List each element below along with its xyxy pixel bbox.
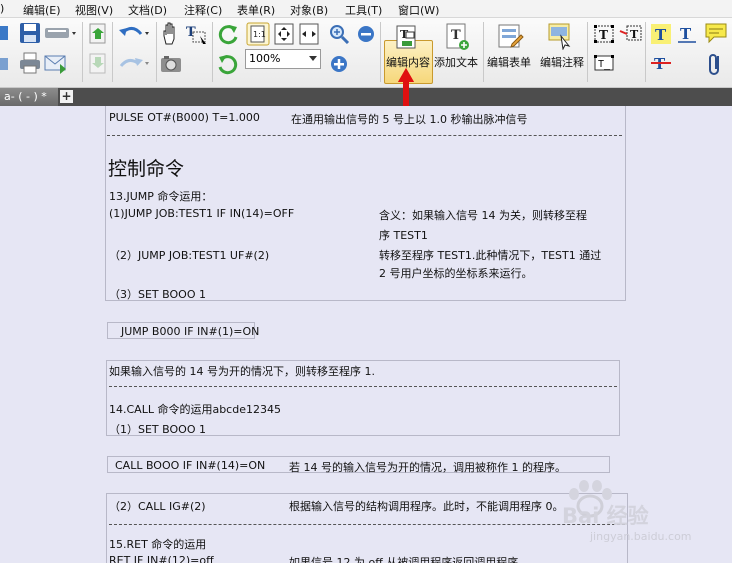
text-box-icon[interactable]: T (593, 23, 615, 45)
call-ig-description: 根据输入信号的结构调用程序。此时，不能调用程序 0。 (289, 500, 564, 513)
print-icon[interactable] (19, 52, 41, 74)
svg-text:1:1: 1:1 (253, 30, 266, 39)
fit-width-icon[interactable] (298, 22, 320, 46)
ret-description: 如果信号 12 为 off 从被调用程序返回调用程序 (289, 556, 519, 563)
edit-content-icon: T (396, 25, 416, 49)
edit-annotation-icon[interactable] (547, 22, 575, 50)
call-ig-command: （2）CALL IG#(2) (109, 500, 206, 513)
snapshot-icon[interactable] (160, 54, 182, 74)
svg-text:T_: T_ (598, 59, 611, 70)
page-up-icon[interactable] (88, 23, 108, 45)
call-description: 若 14 号的输入信号为开的情况，调用被称作 1 的程序。 (289, 461, 566, 474)
jump-1-description-2: 序 TEST1 (379, 229, 428, 242)
svg-text:T: T (599, 28, 608, 42)
menu-form[interactable]: 表单(R) (237, 2, 275, 18)
partial-icon-2[interactable] (0, 54, 10, 74)
svg-text:T: T (451, 28, 461, 43)
zoom-select[interactable]: 100% (245, 49, 321, 69)
sticky-note-icon[interactable] (704, 22, 730, 44)
watermark-brand: Bai 经验 (562, 504, 649, 528)
document-tab[interactable]: a- ( - ) * (0, 88, 58, 106)
page-down-icon[interactable] (88, 53, 108, 75)
menu-object[interactable]: 对象(B) (290, 2, 328, 18)
divider (109, 524, 625, 525)
call-title: 14.CALL 命令的运用abcde12345 (109, 403, 281, 416)
document-page: PULSE OT#(B000) T=1.000 在通用输出信号的 5 号上以 1… (0, 106, 732, 563)
svg-text:T: T (400, 28, 409, 41)
pulse-description: 在通用输出信号的 5 号上以 1.0 秒输出脉冲信号 (291, 113, 528, 126)
add-text-icon[interactable]: T (444, 22, 470, 52)
jump-title: 13.JUMP 命令运用： (109, 190, 213, 203)
strikethrough-text-icon[interactable]: T (650, 53, 672, 75)
menu-tools[interactable]: 工具(T) (345, 2, 382, 18)
new-tab-plus-icon[interactable]: + (60, 90, 73, 103)
set-command-2: （1）SET BOOO 1 (109, 423, 206, 436)
zoom-out-icon[interactable] (356, 24, 376, 44)
set-command-1: （3）SET BOOO 1 (109, 288, 206, 301)
menu-bar: ) 编辑(E) 视图(V) 文档(D) 注释(C) 表单(R) 对象(B) 工具… (0, 0, 732, 18)
scanner-icon[interactable] (44, 24, 78, 42)
partial-icon[interactable] (0, 22, 10, 44)
jump-1-description: 含义：如果输入信号 14 为关，则转移至程 (379, 209, 587, 222)
if14-description: 如果输入信号的 14 号为开的情况下，则转移至程序 1. (109, 365, 375, 378)
typewriter-icon[interactable]: T_ (593, 53, 615, 75)
underline-text-icon[interactable]: T (676, 23, 698, 45)
actual-size-icon[interactable]: 1:1 (246, 22, 270, 46)
menu-window[interactable]: 窗口(W) (398, 2, 439, 18)
rotate-cw-icon[interactable] (217, 53, 239, 75)
svg-text:T: T (655, 26, 667, 44)
edit-form-icon[interactable] (496, 22, 524, 50)
rotate-ccw-icon[interactable] (217, 23, 239, 45)
menu-view[interactable]: 视图(V) (75, 2, 113, 18)
select-text-icon[interactable]: T (184, 22, 208, 46)
menu-document[interactable]: 文档(D) (128, 2, 167, 18)
svg-text:T: T (680, 25, 692, 43)
jump-1-command: (1)JUMP JOB:TEST1 IF IN(14)=OFF (109, 207, 295, 220)
hand-tool-icon[interactable] (160, 22, 182, 46)
email-icon[interactable] (44, 52, 68, 74)
fit-page-icon[interactable] (273, 22, 295, 46)
jump-b-command: JUMP B000 IF IN#(1)=ON (121, 325, 260, 338)
jump-2-description-2: 2 号用户坐标的坐标系来运行。 (379, 267, 533, 280)
document-tab-label: a- ( - ) * (4, 90, 47, 103)
callout-icon[interactable]: T (619, 23, 643, 45)
attachment-icon[interactable] (708, 52, 724, 76)
section-heading: 控制命令 (108, 158, 185, 180)
undo-icon[interactable] (117, 24, 151, 44)
edit-annotation-label[interactable]: 编辑注释 (540, 54, 584, 70)
toolbar: T 1:1 100% T 编辑内容 T 添加文本 编辑表单 编辑注释 T T T… (0, 18, 732, 138)
document-tab-bar: a- ( - ) * + (0, 88, 732, 106)
edit-form-label[interactable]: 编辑表单 (487, 54, 531, 70)
ret-command: RET IF IN#(12)=off (109, 554, 214, 563)
svg-text:T: T (630, 28, 639, 41)
redo-icon[interactable] (117, 54, 151, 74)
save-icon[interactable] (19, 22, 41, 44)
chevron-down-icon (309, 56, 317, 61)
watermark-url: jingyan.baidu.com (590, 530, 692, 543)
menu-comment[interactable]: 注释(C) (184, 2, 222, 18)
pulse-command: PULSE OT#(B000) T=1.000 (109, 111, 260, 124)
divider (107, 135, 622, 136)
highlight-text-icon[interactable]: T (650, 23, 672, 45)
jump-2-description: 转移至程序 TEST1.此种情况下，TEST1 通过 (379, 249, 602, 262)
menu-edit[interactable]: 编辑(E) (23, 2, 61, 18)
menu-fragment[interactable]: ) (0, 2, 4, 15)
zoom-value: 100% (249, 52, 281, 65)
zoom-in-magnifier-icon[interactable] (329, 24, 351, 44)
zoom-in-icon[interactable] (329, 54, 349, 74)
divider (109, 386, 617, 387)
call-command: CALL BOOO IF IN#(14)=ON (115, 459, 266, 472)
add-text-label[interactable]: 添加文本 (434, 54, 478, 70)
ret-title: 15.RET 命令的运用 (109, 538, 207, 551)
jump-2-command: （2）JUMP JOB:TEST1 UF#(2) (109, 249, 270, 262)
